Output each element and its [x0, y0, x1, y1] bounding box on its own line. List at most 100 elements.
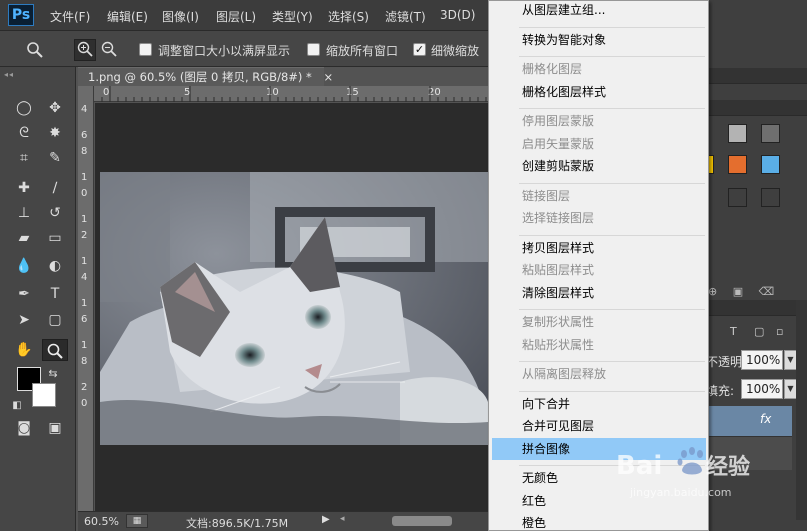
gradient-tool-icon[interactable]: ▭ — [42, 227, 68, 249]
ruler-label: 0 — [81, 398, 88, 409]
healing-brush-icon[interactable]: ✚ — [11, 177, 37, 199]
swatch-empty[interactable] — [728, 188, 747, 207]
hand-tool-icon[interactable]: ✋ — [11, 339, 37, 361]
context-menu-item[interactable]: 从图层建立组... — [492, 0, 706, 21]
horizontal-scrollbar[interactable] — [392, 516, 452, 526]
clone-stamp-icon[interactable]: ⊥ — [11, 202, 37, 224]
context-menu-item: 选择链接图层 — [522, 211, 595, 225]
scrubby-zoom-checkbox[interactable]: ✓ — [413, 43, 426, 56]
cat-photo-image[interactable] — [100, 172, 488, 445]
context-menu-item[interactable]: 清除图层样式 — [492, 282, 706, 304]
ruler-label: 1 — [81, 340, 88, 351]
menu-image[interactable]: 图像(I) — [162, 8, 199, 25]
marquee-tool-icon[interactable]: ◯ — [11, 97, 37, 119]
horizontal-ruler: 0 5 10 15 20 — [94, 86, 494, 102]
layers-toolbar: T ▢ ▫ — [706, 322, 807, 344]
context-menu-item[interactable]: 创建剪贴蒙版 — [492, 155, 706, 177]
status-menu-icon[interactable]: ▦ — [126, 514, 148, 528]
swatch[interactable] — [761, 155, 780, 174]
type-tool-icon[interactable]: T — [42, 283, 68, 305]
layer-row-selected[interactable]: fx — [706, 406, 792, 436]
resize-windows-label: 调整窗口大小以满屏显示 — [158, 44, 291, 58]
menu-file[interactable]: 文件(F) — [50, 8, 90, 25]
swap-colors-icon[interactable]: ⇆ — [46, 363, 60, 385]
path-selection-icon[interactable]: ➤ — [11, 309, 37, 331]
smart-filter-icon[interactable]: ▫ — [776, 325, 783, 338]
layers-header — [706, 300, 807, 316]
scroll-left-icon[interactable]: ◂ — [340, 514, 345, 524]
opacity-field[interactable]: 100% — [741, 350, 783, 370]
zoom-level[interactable]: 60.5% — [84, 515, 119, 528]
document-tab-title: 1.png @ 60.5% (图层 0 拷贝, RGB/8#) * — [88, 70, 312, 84]
baidu-jingyan-watermark: Bai 经验 jingyan.baidu.com — [610, 440, 790, 510]
dodge-tool-icon[interactable]: ◐ — [42, 255, 68, 277]
crop-tool-icon[interactable]: ⌗ — [11, 147, 37, 169]
zoom-tool-preset-icon[interactable] — [24, 39, 46, 61]
blur-tool-icon[interactable]: 💧 — [11, 255, 37, 277]
rectangle-tool-icon[interactable]: ▢ — [42, 309, 68, 331]
panel-footer-icons[interactable]: ⊕ ▣ ⌫ — [708, 285, 780, 298]
ruler-label: 6 — [81, 130, 88, 141]
menu-filter[interactable]: 滤镜(T) — [385, 8, 426, 25]
ruler-label: 4 — [81, 272, 88, 283]
menu-separator — [519, 361, 705, 362]
svg-text:jingyan.baidu.com: jingyan.baidu.com — [629, 486, 732, 499]
document-tab[interactable]: 1.png @ 60.5% (图层 0 拷贝, RGB/8#) * × — [78, 67, 333, 86]
layer-filter-icon[interactable]: T — [730, 325, 737, 338]
baidu-logo: Bai 经验 jingyan.baidu.com — [616, 447, 750, 499]
menu-separator — [519, 234, 705, 236]
quick-mask-icon[interactable]: ◙ — [11, 417, 37, 439]
menu-type[interactable]: 类型(Y) — [272, 8, 313, 25]
context-menu-item[interactable]: 栅格化图层样式 — [492, 81, 706, 103]
context-menu-item: 从隔离图层释放 — [522, 367, 607, 381]
panel-collapse-icon[interactable]: ◂◂ — [4, 70, 72, 79]
document-size: 文档:896.5K/1.75M — [186, 517, 289, 530]
magic-wand-icon[interactable]: ✸ — [42, 122, 68, 144]
ruler-label: 1 — [81, 256, 88, 267]
background-color-swatch[interactable] — [32, 383, 56, 407]
eyedropper-icon[interactable]: ✎ — [42, 147, 68, 169]
layer-fx-icon[interactable]: fx — [760, 412, 771, 426]
zoom-tool-icon[interactable] — [42, 339, 68, 361]
menu-separator — [519, 390, 705, 392]
layers-scrollbar[interactable] — [796, 300, 807, 520]
menu-edit[interactable]: 编辑(E) — [107, 8, 148, 25]
context-menu-item: 停用图层蒙版 — [522, 114, 595, 128]
move-tool-icon[interactable]: ✥ — [42, 97, 68, 119]
canvas-area[interactable] — [95, 103, 490, 511]
status-arrow-icon[interactable]: ▶ — [322, 514, 330, 525]
brush-tool-icon[interactable]: ∕ — [42, 177, 68, 199]
pen-tool-icon[interactable]: ✒ — [11, 283, 37, 305]
screen-mode-icon[interactable]: ▣ — [42, 417, 68, 439]
context-menu-item[interactable]: 拷贝图层样式 — [492, 237, 706, 259]
context-menu-item: 粘贴形状属性 — [522, 337, 595, 352]
swatch-empty[interactable] — [761, 188, 780, 207]
zoom-all-windows-checkbox[interactable] — [307, 43, 320, 56]
lasso-tool-icon[interactable]: ᘓ — [11, 122, 37, 144]
close-tab-icon[interactable]: × — [323, 70, 333, 84]
context-menu-item[interactable]: 转换为智能对象 — [492, 29, 706, 51]
status-bar: 60.5% ▦ 文档:896.5K/1.75M ▶ ◂ — [78, 511, 490, 531]
zoom-out-icon[interactable] — [98, 39, 120, 61]
shape-filter-icon[interactable]: ▢ — [754, 325, 764, 338]
context-menu-item[interactable]: 合并可见图层 — [492, 415, 706, 437]
photoshop-logo: Ps — [8, 4, 34, 26]
svg-text:经验: 经验 — [706, 454, 750, 480]
context-menu-item[interactable]: 向下合并 — [492, 393, 706, 415]
swatch[interactable] — [761, 124, 780, 143]
swatch[interactable] — [728, 124, 747, 143]
swatches-header — [706, 100, 807, 116]
ruler-label: 4 — [81, 104, 88, 115]
ruler-ticks — [101, 86, 494, 102]
menu-3d[interactable]: 3D(D) — [440, 8, 475, 22]
history-brush-icon[interactable]: ↺ — [42, 202, 68, 224]
fill-field[interactable]: 100% — [741, 379, 783, 399]
zoom-in-icon[interactable] — [74, 39, 96, 61]
menu-layer[interactable]: 图层(L) — [216, 8, 256, 25]
resize-windows-checkbox[interactable] — [139, 43, 152, 56]
swatch[interactable] — [728, 155, 747, 174]
default-colors-icon[interactable]: ◧ — [10, 395, 24, 417]
context-menu-item[interactable]: 橙色 — [492, 512, 706, 531]
menu-select[interactable]: 选择(S) — [328, 8, 369, 25]
eraser-icon[interactable]: ▰ — [11, 227, 37, 249]
